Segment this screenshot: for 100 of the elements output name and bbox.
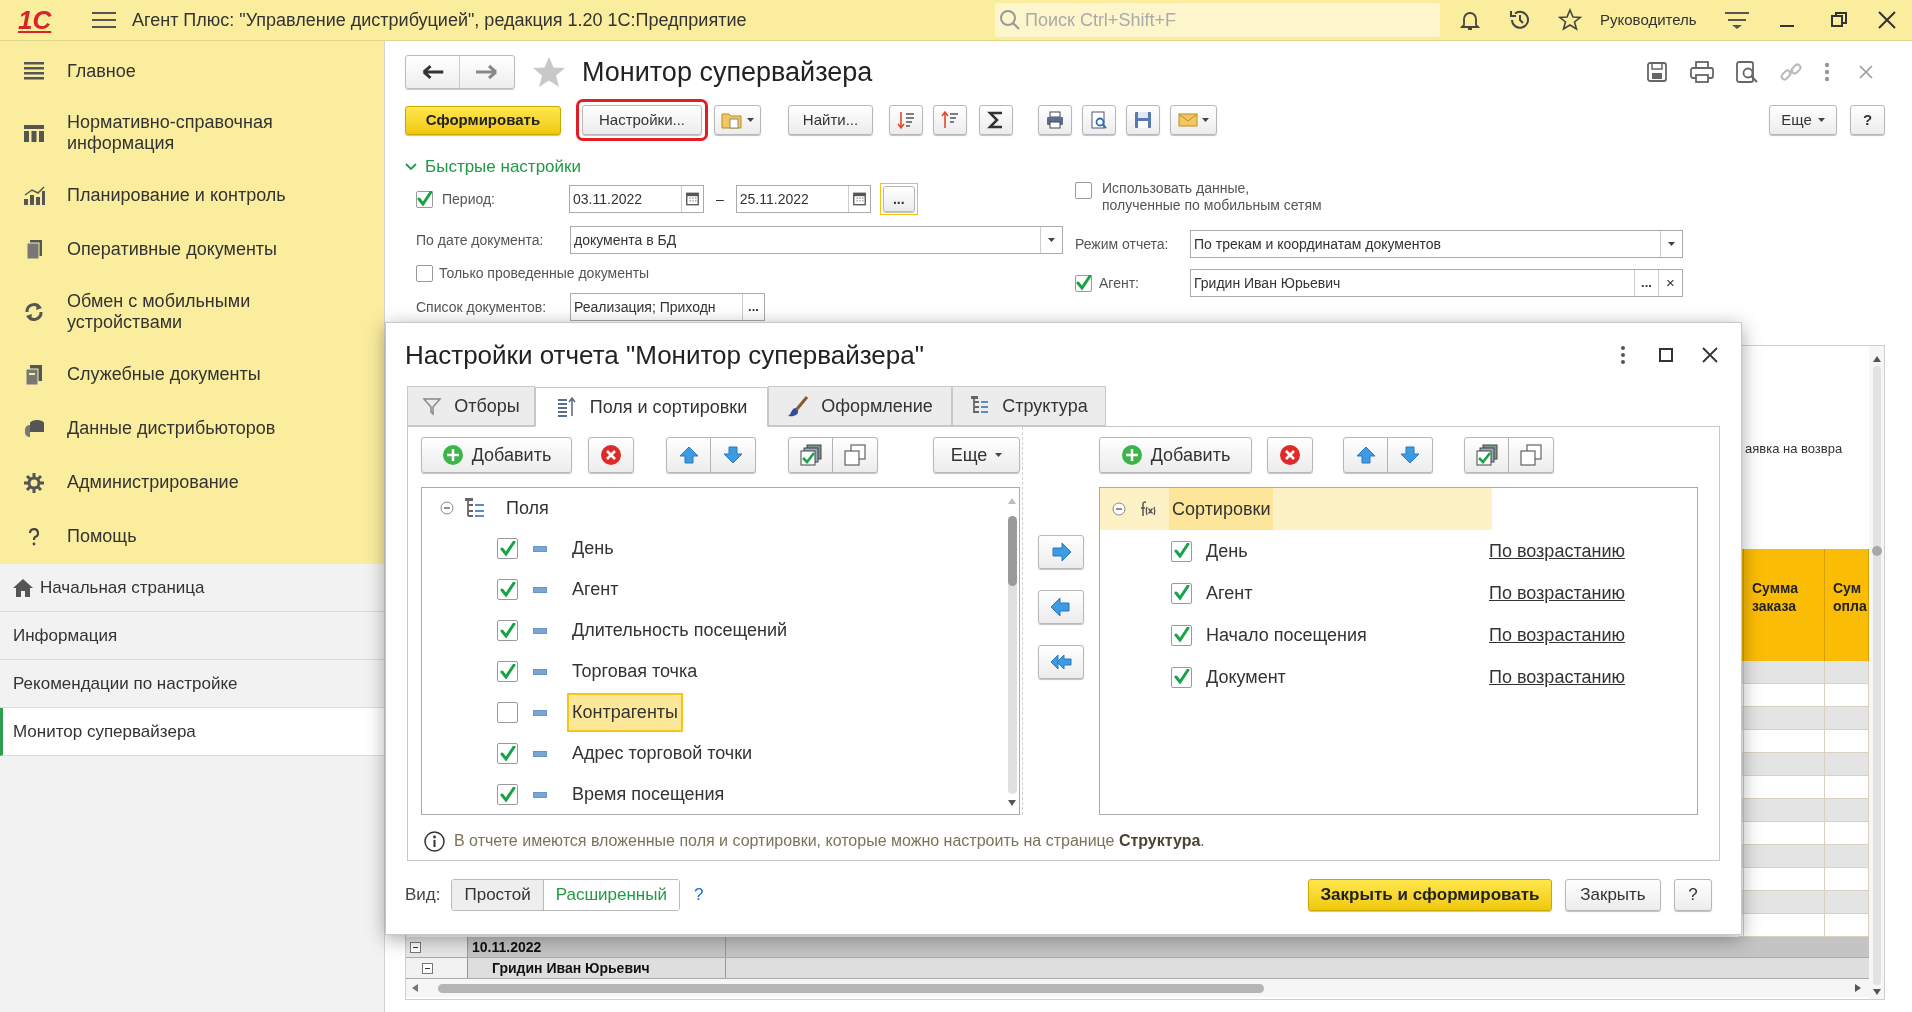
period-choice-button[interactable]: ...	[882, 186, 915, 212]
preview-button[interactable]	[1082, 105, 1116, 135]
help-button[interactable]: ?	[1850, 105, 1885, 135]
preview-icon[interactable]	[1735, 60, 1759, 84]
checkbox[interactable]	[1075, 182, 1092, 199]
tab[interactable]: Отборы	[407, 386, 535, 426]
checkbox[interactable]	[497, 538, 518, 559]
sidebar-item[interactable]: Служебные документы	[0, 347, 384, 402]
help-link[interactable]: ?	[693, 882, 704, 908]
sidebar-page[interactable]: Информация	[0, 612, 384, 660]
sidebar-item[interactable]: Нормативно-справочная информация	[0, 98, 384, 169]
view-option[interactable]: Простой	[452, 880, 543, 910]
check-all-button[interactable]	[1464, 437, 1509, 473]
checkbox[interactable]	[497, 620, 518, 641]
sidebar-page[interactable]: Начальная страница	[0, 564, 384, 612]
move-all-left-button[interactable]	[1038, 645, 1084, 679]
field-item[interactable]: День	[567, 529, 619, 568]
filter-menu-icon[interactable]	[1724, 9, 1750, 31]
sort-item[interactable]: Документ	[1206, 663, 1489, 691]
move-right-button[interactable]	[1038, 535, 1084, 569]
delete-button[interactable]	[1267, 437, 1313, 473]
end-date-field[interactable]: 25.11.2022	[735, 185, 871, 213]
checkbox[interactable]	[1075, 274, 1092, 292]
maximize-icon[interactable]	[1659, 347, 1673, 362]
add-button[interactable]: Добавить	[421, 437, 572, 473]
sidebar-item[interactable]: Оперативные документы	[0, 222, 384, 277]
sidebar-item[interactable]: Данные дистрибьюторов	[0, 401, 384, 456]
sort-direction-link[interactable]: По возрастанию	[1489, 579, 1625, 607]
delete-button[interactable]	[588, 437, 634, 473]
tab[interactable]: Структура	[952, 386, 1106, 426]
more-icon[interactable]	[1619, 344, 1627, 365]
uncheck-all-button[interactable]	[833, 437, 878, 473]
collapse-icon[interactable]	[422, 962, 433, 974]
star-icon[interactable]	[531, 55, 567, 89]
sort-direction-link[interactable]: По возрастанию	[1489, 663, 1625, 691]
print-button[interactable]	[1038, 105, 1072, 135]
search-field[interactable]: Поиск Ctrl+Shift+F	[995, 3, 1440, 37]
clear-button[interactable]: ×	[1658, 270, 1682, 296]
start-date-field[interactable]: 03.11.2022	[569, 185, 704, 213]
more-button[interactable]: Еще	[933, 437, 1020, 473]
sidebar-item[interactable]: Помощь	[0, 509, 384, 564]
field-item[interactable]: Длительность посещений	[567, 611, 793, 650]
sort-descending-button[interactable]	[889, 105, 923, 135]
checkbox[interactable]	[416, 190, 433, 208]
help-button[interactable]: ?	[1674, 879, 1712, 911]
tab[interactable]: Оформление	[768, 386, 952, 426]
sum-button[interactable]	[979, 105, 1013, 135]
report-mode-select[interactable]: По трекам и координатам документов	[1190, 230, 1683, 258]
link-icon[interactable]	[1779, 60, 1803, 84]
save-button[interactable]	[1126, 105, 1160, 135]
generate-button[interactable]: Сформировать	[405, 105, 561, 135]
menu-icon[interactable]	[92, 11, 116, 29]
email-button[interactable]	[1170, 105, 1217, 135]
save-icon[interactable]	[1645, 60, 1669, 84]
move-left-button[interactable]	[1038, 590, 1084, 624]
checkbox[interactable]	[416, 264, 433, 282]
documents-field[interactable]: Реализация; Приходн ...	[570, 293, 765, 321]
move-up-button[interactable]	[666, 437, 711, 473]
field-item[interactable]: Агент	[567, 570, 624, 609]
sidebar-item[interactable]: Обмен с мобильными устройствами	[0, 276, 384, 348]
scroll-thumb[interactable]	[1007, 516, 1017, 586]
horizontal-scrollbar[interactable]	[406, 979, 1869, 997]
report-variant-button[interactable]	[714, 105, 761, 135]
sort-direction-link[interactable]: По возрастанию	[1489, 537, 1625, 565]
sidebar-item[interactable]: Планирование и контроль	[0, 168, 384, 223]
uncheck-all-button[interactable]	[1509, 437, 1554, 473]
sidebar-item[interactable]: Главное	[0, 44, 384, 99]
view-option[interactable]: Расширенный	[542, 880, 679, 910]
field-item[interactable]: Адрес торговой точки	[567, 734, 758, 773]
find-button[interactable]: Найти...	[788, 105, 873, 135]
field-item[interactable]: Торговая точка	[567, 652, 703, 691]
choice-button[interactable]: ...	[1634, 270, 1658, 296]
checkbox[interactable]	[1171, 582, 1192, 604]
agent-field[interactable]: Гридин Иван Юрьевич ... ×	[1190, 269, 1683, 297]
field-item[interactable]: Контрагенты	[567, 693, 683, 732]
checkbox[interactable]	[497, 579, 518, 600]
date-type-select[interactable]: документа в БД	[570, 226, 1063, 254]
close-and-generate-button[interactable]: Закрыть и сформировать	[1308, 879, 1552, 911]
print-icon[interactable]	[1689, 60, 1715, 84]
vertical-scrollbar[interactable]	[1869, 346, 1884, 999]
close-icon[interactable]	[1701, 345, 1719, 364]
sort-item[interactable]: День	[1206, 537, 1489, 565]
check-all-button[interactable]	[788, 437, 833, 473]
sort-direction-link[interactable]: По возрастанию	[1489, 621, 1625, 649]
collapse-icon[interactable]	[410, 941, 421, 953]
field-item[interactable]: Время посещения	[567, 775, 730, 814]
settings-button[interactable]: Настройки...	[582, 105, 702, 135]
checkbox[interactable]	[1171, 624, 1192, 646]
history-icon[interactable]	[1508, 8, 1532, 32]
move-down-button[interactable]	[1388, 437, 1433, 473]
sort-item[interactable]: Агент	[1206, 579, 1489, 607]
add-button[interactable]: Добавить	[1099, 437, 1252, 473]
checkbox[interactable]	[497, 743, 518, 764]
move-up-button[interactable]	[1343, 437, 1388, 473]
move-down-button[interactable]	[711, 437, 756, 473]
more-button[interactable]: Еще	[1769, 105, 1837, 135]
checkbox[interactable]	[1171, 540, 1192, 562]
checkbox[interactable]	[1171, 666, 1192, 688]
tab[interactable]: Поля и сортировки	[535, 387, 768, 427]
checkbox[interactable]	[497, 702, 518, 723]
